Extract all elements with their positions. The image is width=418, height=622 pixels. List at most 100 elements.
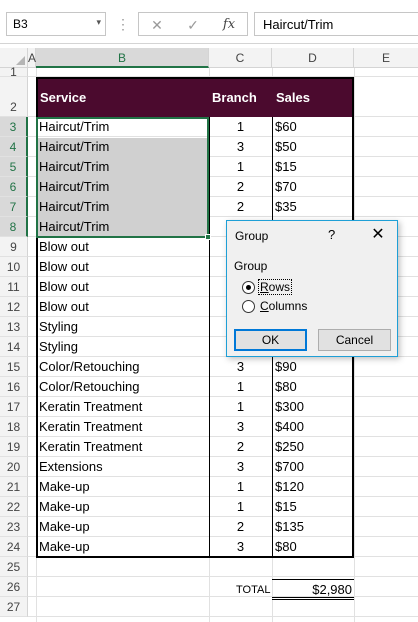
row-header-24[interactable]: 24 xyxy=(0,537,28,557)
row-header-9[interactable]: 9 xyxy=(0,237,28,257)
row-header-26[interactable]: 26 xyxy=(0,577,28,597)
chevron-down-icon[interactable]: ▾ xyxy=(96,17,101,28)
cell-service[interactable]: Extensions xyxy=(39,457,207,477)
resize-dots-icon[interactable]: ⋮ xyxy=(116,12,130,36)
cell-service[interactable]: Color/Retouching xyxy=(39,357,207,377)
total-label[interactable]: TOTAL xyxy=(236,580,270,600)
cell-branch[interactable]: 3 xyxy=(209,457,272,477)
cell-service[interactable]: Keratin Treatment xyxy=(39,417,207,437)
row-header-12[interactable]: 12 xyxy=(0,297,28,317)
row-header-5[interactable]: 5 xyxy=(0,157,28,177)
rows-label[interactable]: Rows xyxy=(260,280,290,294)
row-header-18[interactable]: 18 xyxy=(0,417,28,437)
row-header-14[interactable]: 14 xyxy=(0,337,28,357)
fill-handle[interactable] xyxy=(205,234,211,240)
row-header-3[interactable]: 3 xyxy=(0,117,28,137)
columns-label-text: olumns xyxy=(268,299,308,313)
cell-branch[interactable]: 2 xyxy=(209,197,272,217)
column-header-e[interactable]: E xyxy=(354,48,418,68)
cell-service[interactable]: Make-up xyxy=(39,517,207,537)
header-branch[interactable]: Branch xyxy=(212,90,257,105)
header-sales[interactable]: Sales xyxy=(276,90,310,105)
cell-sales[interactable]: $35 xyxy=(275,197,353,217)
row-header-22[interactable]: 22 xyxy=(0,497,28,517)
cell-service[interactable]: Keratin Treatment xyxy=(39,397,207,417)
cell-service[interactable]: Blow out xyxy=(39,237,207,257)
formula-input[interactable]: Haircut/Trim xyxy=(254,12,418,36)
row-header-16[interactable]: 16 xyxy=(0,377,28,397)
cancel-button[interactable]: Cancel xyxy=(318,329,391,351)
cell-branch[interactable]: 1 xyxy=(209,157,272,177)
cell-sales[interactable]: $70 xyxy=(275,177,353,197)
row-header-15[interactable]: 15 xyxy=(0,357,28,377)
cell-branch[interactable]: 2 xyxy=(209,437,272,457)
cell-service[interactable]: Make-up xyxy=(39,477,207,497)
cell-service[interactable]: Blow out xyxy=(39,297,207,317)
cell-branch[interactable]: 1 xyxy=(209,477,272,497)
cell-branch[interactable]: 3 xyxy=(209,417,272,437)
cell-sales[interactable]: $90 xyxy=(275,357,353,377)
cell-sales[interactable]: $300 xyxy=(275,397,353,417)
row-header-11[interactable]: 11 xyxy=(0,277,28,297)
cell-branch[interactable]: 2 xyxy=(209,177,272,197)
columns-label[interactable]: Columns xyxy=(260,299,307,313)
insert-function-icon[interactable]: fx xyxy=(219,16,239,34)
row-header-6[interactable]: 6 xyxy=(0,177,28,197)
row-header-8[interactable]: 8 xyxy=(0,217,28,237)
row-header-2[interactable]: 2 xyxy=(0,77,28,117)
row-header-27[interactable]: 27 xyxy=(0,597,28,617)
cell-branch[interactable]: 1 xyxy=(209,377,272,397)
row-header-7[interactable]: 7 xyxy=(0,197,28,217)
cell-service[interactable]: Make-up xyxy=(39,497,207,517)
cell-service[interactable]: Make-up xyxy=(39,537,207,557)
cell-branch[interactable]: 3 xyxy=(209,137,272,157)
cell-service[interactable]: Blow out xyxy=(39,277,207,297)
cell-sales[interactable]: $700 xyxy=(275,457,353,477)
header-service[interactable]: Service xyxy=(40,90,86,105)
row-header-10[interactable]: 10 xyxy=(0,257,28,277)
help-icon[interactable]: ? xyxy=(328,227,335,242)
row-header-4[interactable]: 4 xyxy=(0,137,28,157)
row-header-19[interactable]: 19 xyxy=(0,437,28,457)
column-header-d[interactable]: D xyxy=(272,48,354,68)
row-header-1[interactable]: 1 xyxy=(0,66,28,78)
row-header-23[interactable]: 23 xyxy=(0,517,28,537)
cell-sales[interactable]: $135 xyxy=(275,517,353,537)
cell-sales[interactable]: $60 xyxy=(275,117,353,137)
cell-sales[interactable]: $120 xyxy=(275,477,353,497)
row-header-13[interactable]: 13 xyxy=(0,317,28,337)
cell-branch[interactable]: 1 xyxy=(209,497,272,517)
cell-sales[interactable]: $80 xyxy=(275,377,353,397)
cell-service[interactable]: Styling xyxy=(39,337,207,357)
cell-service[interactable]: Keratin Treatment xyxy=(39,437,207,457)
cell-sales[interactable]: $400 xyxy=(275,417,353,437)
row-header-20[interactable]: 20 xyxy=(0,457,28,477)
check-icon[interactable]: ✓ xyxy=(183,16,203,34)
cell-branch[interactable]: 1 xyxy=(209,397,272,417)
cancel-icon[interactable]: ✕ xyxy=(147,16,167,34)
row-header-17[interactable]: 17 xyxy=(0,397,28,417)
cell-sales[interactable]: $50 xyxy=(275,137,353,157)
cell-sales[interactable]: $250 xyxy=(275,437,353,457)
cell-branch[interactable]: 3 xyxy=(209,357,272,377)
cell-sales[interactable]: $80 xyxy=(275,537,353,557)
name-box[interactable]: B3 ▾ xyxy=(6,12,106,36)
cell-branch[interactable]: 1 xyxy=(209,117,272,137)
columns-radio[interactable] xyxy=(242,300,255,313)
row-header-25[interactable]: 25 xyxy=(0,557,28,577)
cell-service[interactable]: Blow out xyxy=(39,257,207,277)
column-header-c[interactable]: C xyxy=(209,48,272,68)
ok-button[interactable]: OK xyxy=(234,329,307,351)
column-header-a[interactable]: A xyxy=(28,48,36,68)
rows-radio[interactable] xyxy=(242,281,255,294)
cell-service[interactable]: Styling xyxy=(39,317,207,337)
cell-branch[interactable]: 2 xyxy=(209,517,272,537)
cell-branch[interactable]: 3 xyxy=(209,537,272,557)
cell-service[interactable]: Color/Retouching xyxy=(39,377,207,397)
cell-sales[interactable]: $15 xyxy=(275,157,353,177)
close-icon[interactable]: ✕ xyxy=(368,225,388,245)
row-header-21[interactable]: 21 xyxy=(0,477,28,497)
cell-sales[interactable]: $15 xyxy=(275,497,353,517)
total-top-border xyxy=(272,579,354,580)
column-header-b[interactable]: B xyxy=(36,48,209,68)
